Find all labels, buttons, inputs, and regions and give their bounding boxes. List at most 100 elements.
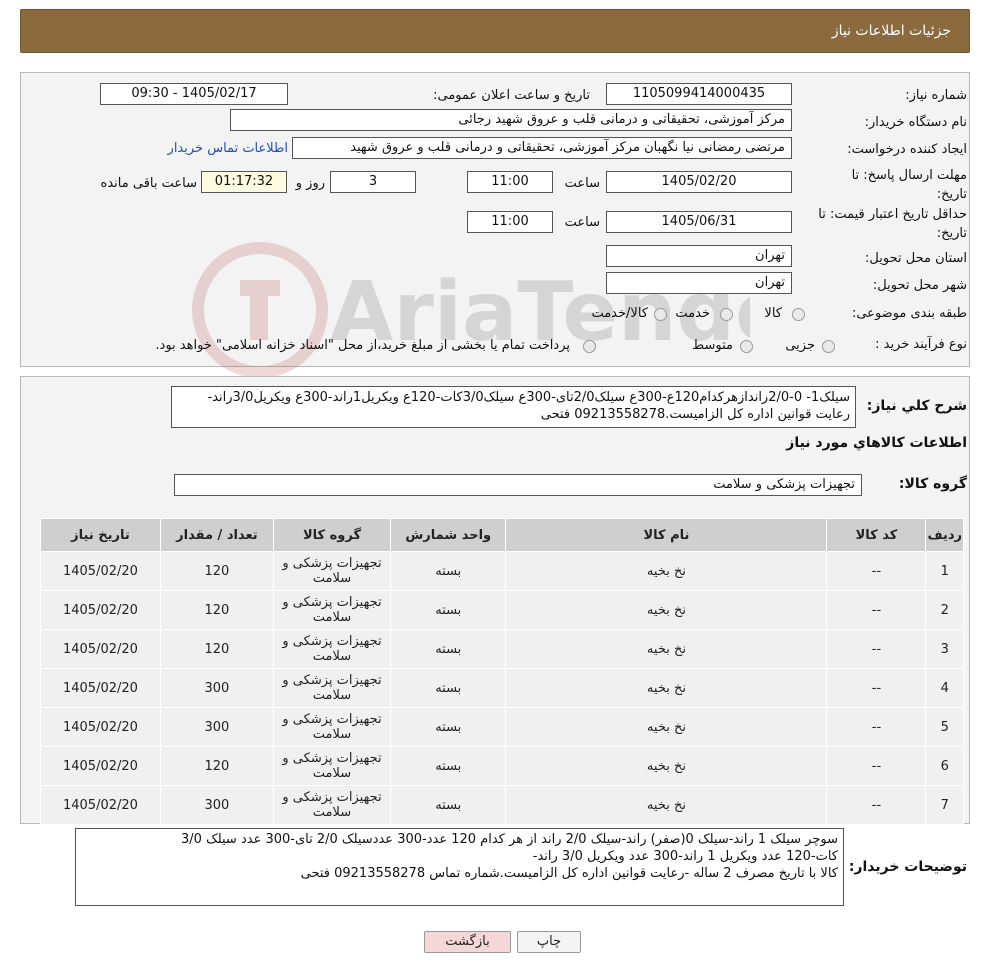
category-option-goods-service: کالا/خدمت (591, 306, 648, 321)
deadline-date-field: 1405/02/20 (606, 171, 792, 193)
process-note: پرداخت تمام یا بخشی از مبلغ خرید،از محل … (155, 338, 570, 353)
process-option-medium: متوسط (692, 338, 733, 353)
buyer-notes-line: کات-120 عدد ویکریل 1 راند-300 عدد ویکریل… (532, 849, 838, 864)
cell-unit: بسته (390, 551, 507, 591)
cell-qty: 300 (159, 668, 274, 708)
cell-date: 1405/02/20 (40, 746, 161, 786)
cell-row: 6 (925, 746, 964, 786)
cell-name: نخ بخیه (505, 551, 828, 591)
category-option-service: خدمت (675, 306, 710, 321)
announce-label: تاریخ و ساعت اعلان عمومی: (433, 88, 590, 103)
cell-code: -- (826, 629, 927, 669)
page-header: جزئیات اطلاعات نیاز (20, 9, 970, 53)
col-qty: تعداد / مقدار (159, 518, 274, 552)
city-label: شهر محل تحویل: (872, 278, 967, 293)
cell-unit: بسته (390, 668, 507, 708)
cell-unit: بسته (390, 785, 507, 825)
validity-label: حداقل تاریخ اعتبار قیمت: تا تاریخ: (818, 207, 967, 241)
cell-qty: 120 (159, 629, 274, 669)
table-row: 2 -- نخ بخیه بسته تجهیزات پزشکی و سلامت … (40, 590, 964, 630)
days-field: 3 (330, 171, 416, 193)
cell-group: تجهیزات پزشکی و سلامت (272, 551, 392, 591)
cell-row: 2 (925, 590, 964, 630)
goods-section-title: اطلاعات کالاهاي مورد نياز (786, 435, 967, 451)
cell-qty: 300 (159, 707, 274, 747)
summary-label: شرح کلي نياز: (866, 398, 967, 414)
cell-group: تجهیزات پزشکی و سلامت (272, 629, 392, 669)
cell-unit: بسته (390, 590, 507, 630)
back-button[interactable]: بازگشت (424, 931, 511, 953)
buyer-org-field: مرکز آموزشی، تحقیقاتی و درمانی قلب و عرو… (230, 109, 792, 131)
process-radio-medium[interactable] (740, 340, 753, 353)
deadline-label: مهلت ارسال پاسخ: تا تاریخ: (851, 168, 967, 202)
table-row: 4 -- نخ بخیه بسته تجهیزات پزشکی و سلامت … (40, 668, 964, 708)
cell-row: 7 (925, 785, 964, 825)
cell-group: تجهیزات پزشکی و سلامت (272, 785, 392, 825)
cell-group: تجهیزات پزشکی و سلامت (272, 746, 392, 786)
deadline-time-field: 11:00 (467, 171, 553, 193)
goods-table: رديف کد کالا نام کالا واحد شمارش گروه کا… (40, 518, 964, 825)
cell-qty: 120 (159, 746, 274, 786)
cell-code: -- (826, 668, 927, 708)
announce-datetime-field: 1405/02/17 - 09:30 (100, 83, 288, 105)
table-row: 1 -- نخ بخیه بسته تجهیزات پزشکی و سلامت … (40, 551, 964, 591)
col-date: تاريخ نياز (40, 518, 161, 552)
cell-code: -- (826, 785, 927, 825)
table-row: 7 -- نخ بخیه بسته تجهیزات پزشکی و سلامت … (40, 785, 964, 825)
category-radio-goods-service[interactable] (654, 308, 667, 321)
buyer-label: نام دستگاه خریدار: (864, 115, 967, 130)
table-row: 3 -- نخ بخیه بسته تجهیزات پزشکی و سلامت … (40, 629, 964, 669)
col-group: گروه کالا (272, 518, 392, 552)
province-field: تهران (606, 245, 792, 267)
cell-qty: 300 (159, 785, 274, 825)
col-row: رديف (925, 518, 964, 552)
buyer-contact-link[interactable]: اطلاعات تماس خریدار (168, 141, 288, 156)
category-radio-goods[interactable] (792, 308, 805, 321)
cell-code: -- (826, 746, 927, 786)
cell-date: 1405/02/20 (40, 551, 161, 591)
cell-row: 4 (925, 668, 964, 708)
cell-qty: 120 (159, 551, 274, 591)
cell-name: نخ بخیه (505, 590, 828, 630)
cell-qty: 120 (159, 590, 274, 630)
category-radio-service[interactable] (720, 308, 733, 321)
remaining-time-field: 01:17:32 (201, 171, 287, 193)
buyer-notes-text: سوچر سیلک 1 راند-سیلک 0(صفر) راند-سیلک 2… (75, 828, 844, 906)
cell-unit: بسته (390, 707, 507, 747)
validity-date-field: 1405/06/31 (606, 211, 792, 233)
cell-group: تجهیزات پزشکی و سلامت (272, 668, 392, 708)
province-label: استان محل تحویل: (865, 251, 967, 266)
need-number-field: 1105099414000435 (606, 83, 792, 105)
cell-name: نخ بخیه (505, 668, 828, 708)
buyer-notes-label: توضیحات خریدار: (848, 859, 967, 875)
col-name: نام کالا (505, 518, 828, 552)
creator-field: مرتضی رمضانی نیا نگهبان مرکز آموزشی، تحق… (292, 137, 792, 159)
cell-row: 1 (925, 551, 964, 591)
summary-text: سیلک1- 0-2/0رانداز‌هرکدام120ع-300ع سیلک2… (171, 386, 856, 428)
buyer-notes-line: کالا با تاریخ مصرف 2 ساله -رعایت قوانین … (300, 866, 838, 881)
table-row: 5 -- نخ بخیه بسته تجهیزات پزشکی و سلامت … (40, 707, 964, 747)
cell-date: 1405/02/20 (40, 668, 161, 708)
cell-row: 5 (925, 707, 964, 747)
cell-code: -- (826, 707, 927, 747)
process-radio-treasury[interactable] (583, 340, 596, 353)
cell-date: 1405/02/20 (40, 590, 161, 630)
cell-unit: بسته (390, 629, 507, 669)
cell-date: 1405/02/20 (40, 707, 161, 747)
cell-name: نخ بخیه (505, 785, 828, 825)
print-button[interactable]: چاپ (517, 931, 581, 953)
creator-label: ایجاد کننده درخواست: (847, 142, 967, 157)
validity-time-label: ساعت (564, 215, 600, 230)
cell-name: نخ بخیه (505, 746, 828, 786)
cell-date: 1405/02/20 (40, 785, 161, 825)
col-unit: واحد شمارش (390, 518, 507, 552)
table-row: 6 -- نخ بخیه بسته تجهیزات پزشکی و سلامت … (40, 746, 964, 786)
city-field: تهران (606, 272, 792, 294)
category-option-goods: کالا (764, 306, 782, 321)
cell-name: نخ بخیه (505, 629, 828, 669)
cell-code: -- (826, 590, 927, 630)
process-radio-minor[interactable] (822, 340, 835, 353)
process-label: نوع فرآیند خرید : (875, 337, 967, 352)
category-label: طبقه بندی موضوعی: (851, 306, 967, 321)
goods-table-header: رديف کد کالا نام کالا واحد شمارش گروه کا… (40, 518, 964, 552)
